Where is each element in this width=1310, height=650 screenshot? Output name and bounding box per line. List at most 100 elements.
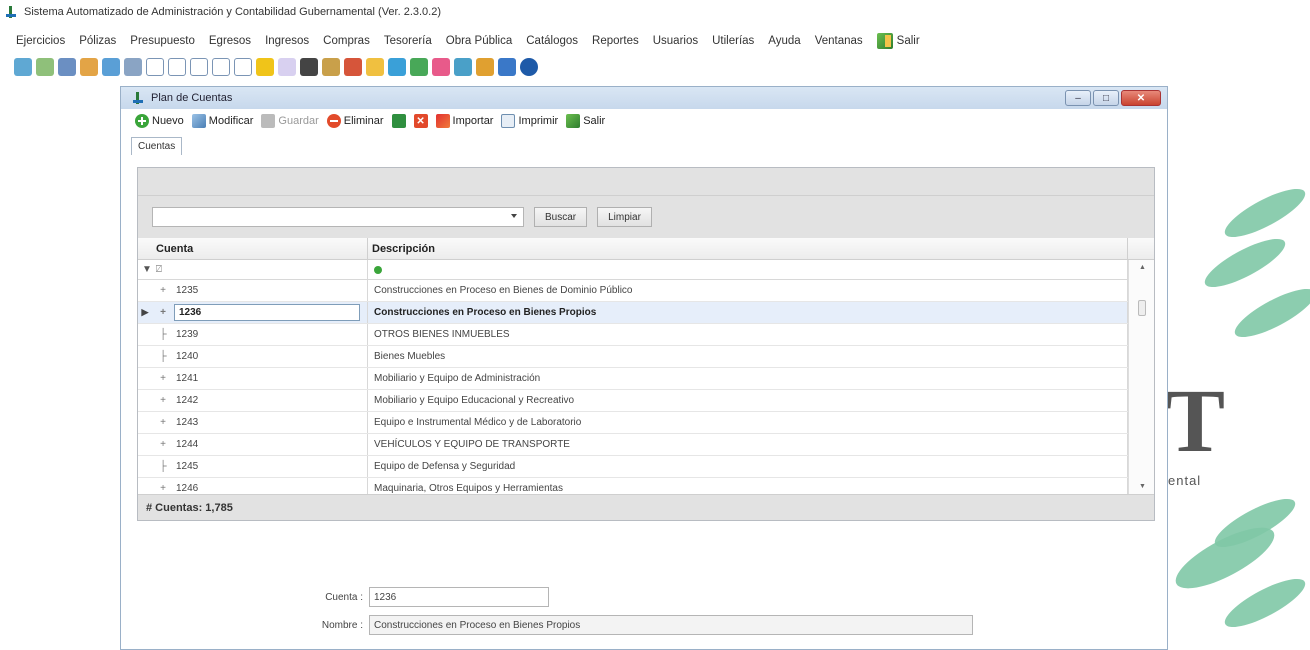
eliminar-label: Eliminar <box>343 115 384 127</box>
menu-ingresos[interactable]: Ingresos <box>265 35 309 47</box>
table-row[interactable]: +1241 Mobiliario y Equipo de Administrac… <box>138 368 1154 390</box>
window4-icon[interactable] <box>212 58 230 76</box>
box-icon[interactable] <box>322 58 340 76</box>
filter-cell-cuenta[interactable]: ▼ ⍁ <box>138 260 368 279</box>
table-row[interactable]: +1242 Mobiliario y Equipo Educacional y … <box>138 390 1154 412</box>
window5-icon[interactable] <box>234 58 252 76</box>
cell-cuenta[interactable]: 1236 <box>174 304 360 321</box>
edit-icon <box>191 114 206 128</box>
maximize-button[interactable]: □ <box>1093 90 1119 106</box>
record-count: # Cuentas: 1,785 <box>138 494 1154 520</box>
scroll-up-icon[interactable]: ▲ <box>1139 264 1146 271</box>
export-excel-button[interactable] <box>391 114 406 128</box>
importar-label: Importar <box>452 115 494 127</box>
menu-egresos[interactable]: Egresos <box>209 35 251 47</box>
tools-icon[interactable] <box>410 58 428 76</box>
tree-expander[interactable]: + <box>152 285 174 296</box>
report-icon[interactable] <box>124 58 142 76</box>
calculator-icon[interactable] <box>300 58 318 76</box>
tree-expander[interactable]: + <box>152 373 174 384</box>
column-header-cuenta[interactable]: Cuenta <box>138 238 368 259</box>
cuenta-field[interactable]: 1236 <box>369 587 549 607</box>
save-icon <box>261 114 276 128</box>
cancel-icon: ✕ <box>413 114 428 128</box>
table-row[interactable]: +1235 Construcciones en Proceso en Biene… <box>138 280 1154 302</box>
menu-presupuesto[interactable]: Presupuesto <box>130 35 195 47</box>
filter-cell-descripcion[interactable] <box>368 260 1128 279</box>
transfer-icon[interactable] <box>102 58 120 76</box>
window1-icon[interactable] <box>146 58 164 76</box>
cell-descripcion: Mobiliario y Equipo de Administración <box>368 368 1128 389</box>
chart-icon[interactable] <box>344 58 362 76</box>
table-row[interactable]: ├ 1240 Bienes Muebles <box>138 346 1154 368</box>
modificar-button[interactable]: Modificar <box>191 114 253 128</box>
panel-header <box>138 168 1154 196</box>
tree-expander[interactable]: + <box>152 483 174 494</box>
minimize-button[interactable]: – <box>1065 90 1091 106</box>
salir-button[interactable]: Salir <box>566 114 605 128</box>
nombre-field[interactable]: Construcciones en Proceso en Bienes Prop… <box>369 615 973 635</box>
magic-icon[interactable] <box>476 58 494 76</box>
tab-cuentas[interactable]: Cuentas <box>131 137 183 155</box>
book-icon[interactable] <box>498 58 516 76</box>
menu-tesoreria[interactable]: Tesorería <box>384 35 432 47</box>
column-header-descripcion[interactable]: Descripción <box>368 238 1128 259</box>
document-icon[interactable] <box>36 58 54 76</box>
menu-ayuda[interactable]: Ayuda <box>768 35 800 47</box>
guardar-button[interactable]: Guardar <box>261 114 319 128</box>
table-row[interactable]: +1243 Equipo e Instrumental Médico y de … <box>138 412 1154 434</box>
menu-catalogos[interactable]: Catálogos <box>526 35 578 47</box>
table-row[interactable]: ├ 1239 OTROS BIENES INMUEBLES <box>138 324 1154 346</box>
tree-expander[interactable]: + <box>152 307 174 318</box>
diamond-icon[interactable] <box>432 58 450 76</box>
menu-usuarios[interactable]: Usuarios <box>653 35 698 47</box>
tree-expander[interactable]: + <box>152 395 174 406</box>
folder-icon[interactable] <box>80 58 98 76</box>
limpiar-button[interactable]: Limpiar <box>597 207 652 227</box>
menu-reportes[interactable]: Reportes <box>592 35 639 47</box>
table-row[interactable]: ├ 1245 Equipo de Defensa y Seguridad <box>138 456 1154 478</box>
cuenta-label: Cuenta : <box>325 591 363 603</box>
scroll-thumb[interactable] <box>1138 300 1146 316</box>
calendar-icon[interactable] <box>256 58 274 76</box>
scroll-down-icon[interactable]: ▼ <box>1139 483 1146 490</box>
tree-expander[interactable]: + <box>152 417 174 428</box>
search-combo[interactable] <box>152 207 524 227</box>
table-row-selected[interactable]: ▶ +1236 Construcciones en Proceso en Bien… <box>138 302 1154 324</box>
key-icon[interactable] <box>278 58 296 76</box>
grid-vertical-scrollbar[interactable]: ▲ ▼ <box>1128 260 1154 494</box>
window3-icon[interactable] <box>190 58 208 76</box>
nuevo-button[interactable]: Nuevo <box>135 114 184 128</box>
filter-indicator-icon: ▼ <box>142 264 152 275</box>
hierarchy-icon[interactable] <box>454 58 472 76</box>
menu-polizas[interactable]: Pólizas <box>79 35 116 47</box>
ledger-icon[interactable] <box>388 58 406 76</box>
coins-icon[interactable] <box>366 58 384 76</box>
delete-icon <box>326 114 341 128</box>
tree-line: ├ <box>159 461 167 472</box>
menu-salir[interactable]: Salir <box>876 33 920 49</box>
refresh-icon[interactable] <box>14 58 32 76</box>
help-icon[interactable] <box>520 58 538 76</box>
menu-compras[interactable]: Compras <box>323 35 370 47</box>
menu-utilerias[interactable]: Utilerías <box>712 35 754 47</box>
menu-ejercicios[interactable]: Ejercicios <box>16 35 65 47</box>
exit-door-icon <box>876 33 893 49</box>
eliminar-button[interactable]: Eliminar <box>326 114 384 128</box>
buscar-button[interactable]: Buscar <box>534 207 588 227</box>
imprimir-button[interactable]: Imprimir <box>501 114 558 128</box>
menu-obra-publica[interactable]: Obra Pública <box>446 35 512 47</box>
window-titlebar[interactable]: Plan de Cuentas – □ ✕ <box>121 87 1167 109</box>
menu-ventanas[interactable]: Ventanas <box>815 35 863 47</box>
close-button[interactable]: ✕ <box>1121 90 1161 106</box>
tree-expander[interactable]: + <box>152 439 174 450</box>
plan-de-cuentas-window: Plan de Cuentas – □ ✕ Nuevo Modificar Gu… <box>120 86 1168 650</box>
importar-button[interactable]: Importar <box>435 114 494 128</box>
search-row: Buscar Limpiar <box>138 196 1154 238</box>
window2-icon[interactable] <box>168 58 186 76</box>
dropdown-arrow-icon[interactable] <box>511 214 517 218</box>
users-icon[interactable] <box>58 58 76 76</box>
add-icon <box>135 114 149 128</box>
table-row[interactable]: +1244 VEHÍCULOS Y EQUIPO DE TRANSPORTE <box>138 434 1154 456</box>
cancel-button[interactable]: ✕ <box>413 114 428 128</box>
